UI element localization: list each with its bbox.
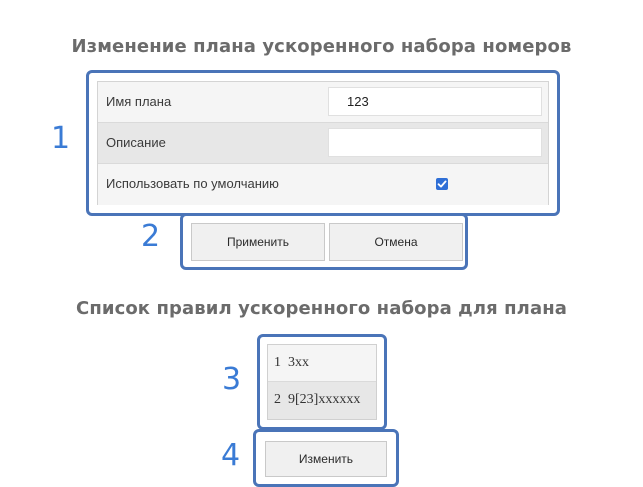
list-item[interactable]: 1 3xx: [268, 345, 376, 382]
plan-edit-title: Изменение плана ускоренного набора номер…: [71, 36, 572, 57]
edit-button[interactable]: Изменить: [265, 441, 387, 477]
callout-2: 2: [141, 219, 161, 254]
plan-name-row: Имя плана 123: [98, 82, 548, 123]
rule-number: 1: [274, 355, 281, 370]
rule-pattern: 3xx: [288, 355, 309, 370]
rule-number: 2: [274, 392, 281, 407]
rule-pattern: 9[23]xxxxxx: [288, 392, 361, 407]
cancel-button[interactable]: Отмена: [329, 223, 463, 261]
list-item[interactable]: 2 9[23]xxxxxx: [268, 382, 376, 419]
form-buttons-highlight: Применить Отмена: [180, 213, 468, 270]
callout-1: 1: [51, 121, 71, 156]
edit-button-highlight: Изменить: [253, 429, 399, 487]
callout-3: 3: [222, 362, 242, 397]
default-label: Использовать по умолчанию: [106, 176, 279, 191]
plan-form-highlight: Имя плана 123 Описание Использовать по у…: [86, 70, 560, 216]
description-input[interactable]: [328, 128, 542, 157]
default-row: Использовать по умолчанию: [98, 164, 548, 205]
callout-4: 4: [221, 438, 241, 473]
plan-name-label: Имя плана: [106, 94, 172, 109]
rules-list-highlight: 1 3xx 2 9[23]xxxxxx: [257, 334, 387, 430]
plan-name-input[interactable]: 123: [328, 87, 542, 116]
apply-button[interactable]: Применить: [191, 223, 325, 261]
description-row: Описание: [98, 123, 548, 164]
checkmark-icon: [437, 180, 447, 188]
description-label: Описание: [106, 135, 166, 150]
default-checkbox[interactable]: [436, 178, 448, 190]
plan-form: Имя плана 123 Описание Использовать по у…: [97, 81, 549, 205]
rules-title: Список правил ускоренного набора для пла…: [76, 298, 567, 319]
rules-list: 1 3xx 2 9[23]xxxxxx: [267, 344, 377, 420]
